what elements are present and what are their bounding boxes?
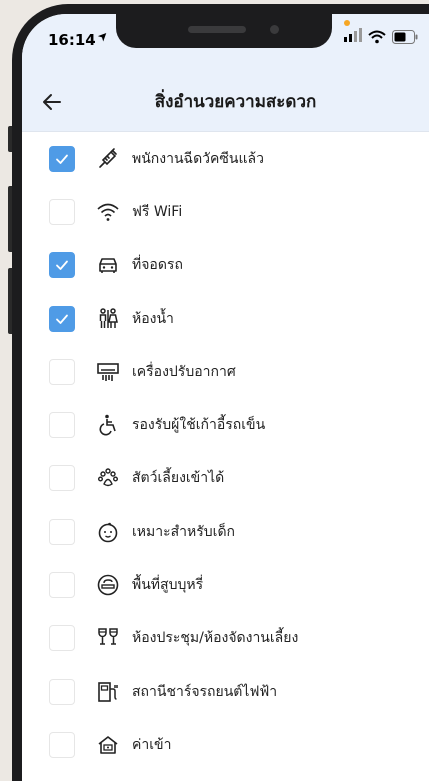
amenity-row[interactable]: สัตว์เลี้ยงเข้าได้ [22, 452, 429, 505]
amenity-checkbox[interactable] [49, 678, 75, 705]
wine-glasses-icon [98, 628, 118, 646]
amenity-label: ที่จอดรถ [132, 257, 183, 274]
amenity-label: เหมาะสำหรับเด็ก [132, 523, 236, 540]
wifi-status-icon [368, 30, 386, 44]
screen: 16:14 ➤ สิ่งอำนวยความสะดวก พนักงานฉีดวัค… [22, 14, 429, 781]
amenity-row[interactable]: พนักงานฉีดวัคซีนแล้ว [22, 132, 429, 185]
speaker-grille [188, 26, 246, 33]
amenity-checkbox[interactable] [49, 198, 75, 225]
amenity-label: รองรับผู้ใช้เก้าอี้รถเข็น [132, 417, 266, 434]
amenity-row[interactable]: รองรับผู้ใช้เก้าอี้รถเข็น [22, 398, 429, 451]
amenity-row[interactable]: สถานีชาร์จรถยนต์ไฟฟ้า [22, 665, 429, 718]
amenity-row[interactable]: เครื่องปรับอากาศ [22, 345, 429, 398]
amenity-checkbox[interactable] [49, 625, 75, 652]
amenity-label: ค่าเข้า [132, 736, 172, 753]
status-indicators [342, 28, 422, 50]
battery-icon [392, 30, 418, 44]
wheelchair-icon [99, 414, 116, 436]
front-camera [270, 25, 279, 34]
paw-icon [98, 468, 119, 487]
amenity-row[interactable]: เหมาะสำหรับเด็ก [22, 505, 429, 558]
status-bar: 16:14 ➤ [22, 14, 429, 72]
amenity-label: สถานีชาร์จรถยนต์ไฟฟ้า [132, 683, 278, 700]
amenity-label: ห้องน้ำ [132, 310, 174, 327]
entrance-fee-icon [98, 736, 118, 754]
amenity-row[interactable]: ค่าเข้า [22, 718, 429, 771]
check-icon [56, 154, 68, 164]
amenity-row[interactable]: ที่จอดรถ [22, 239, 429, 292]
privacy-indicator-dot [344, 20, 350, 26]
location-arrow-icon: ➤ [94, 27, 112, 45]
amenity-checkbox[interactable] [49, 305, 75, 332]
check-icon [56, 260, 68, 271]
amenity-checkbox[interactable] [49, 465, 75, 492]
status-time: 16:14 [48, 31, 96, 49]
amenity-row[interactable]: ห้องประชุม/ห้องจัดงานเลี้ยง [22, 612, 429, 665]
amenity-checkbox[interactable] [49, 252, 75, 279]
back-arrow-icon[interactable] [40, 90, 64, 114]
ev-charger-icon [98, 681, 118, 702]
device-frame: 16:14 ➤ สิ่งอำนวยความสะดวก พนักงานฉีดวัค… [0, 0, 429, 781]
amenity-label: พนักงานฉีดวัคซีนแล้ว [132, 150, 264, 167]
amenity-label: ฟรี WiFi [132, 203, 183, 220]
smoking-area-icon [97, 574, 119, 596]
check-icon [56, 314, 68, 324]
restroom-icon [99, 307, 118, 328]
amenity-checkbox[interactable] [49, 358, 75, 385]
app-header: สิ่งอำนวยความสะดวก [22, 72, 429, 132]
amenities-list: พนักงานฉีดวัคซีนแล้วฟรี WiFi ที่จอดรถห้อง… [22, 132, 429, 772]
wifi-icon [97, 203, 119, 221]
amenity-label: สัตว์เลี้ยงเข้าได้ [132, 470, 225, 487]
syringe-icon [99, 147, 117, 168]
amenity-checkbox[interactable] [49, 412, 75, 439]
amenity-row[interactable]: ห้องน้ำ [22, 292, 429, 345]
amenity-label: ห้องประชุม/ห้องจัดงานเลี้ยง [132, 630, 299, 647]
baby-face-icon [98, 522, 118, 543]
amenity-label: เครื่องปรับอากาศ [132, 363, 236, 380]
amenity-checkbox[interactable] [49, 572, 75, 599]
amenity-row[interactable]: ฟรี WiFi [22, 185, 429, 238]
page-title: สิ่งอำนวยความสะดวก [154, 92, 317, 112]
amenity-checkbox[interactable] [49, 731, 75, 758]
amenity-checkbox[interactable] [49, 518, 75, 545]
car-icon [99, 258, 117, 274]
amenity-row[interactable]: พื้นที่สูบบุหรี่ [22, 558, 429, 611]
amenity-label: พื้นที่สูบบุหรี่ [132, 577, 204, 594]
amenity-checkbox[interactable] [49, 145, 75, 172]
air-conditioner-icon [97, 363, 119, 381]
signal-icon [344, 28, 364, 46]
notch [116, 14, 332, 48]
